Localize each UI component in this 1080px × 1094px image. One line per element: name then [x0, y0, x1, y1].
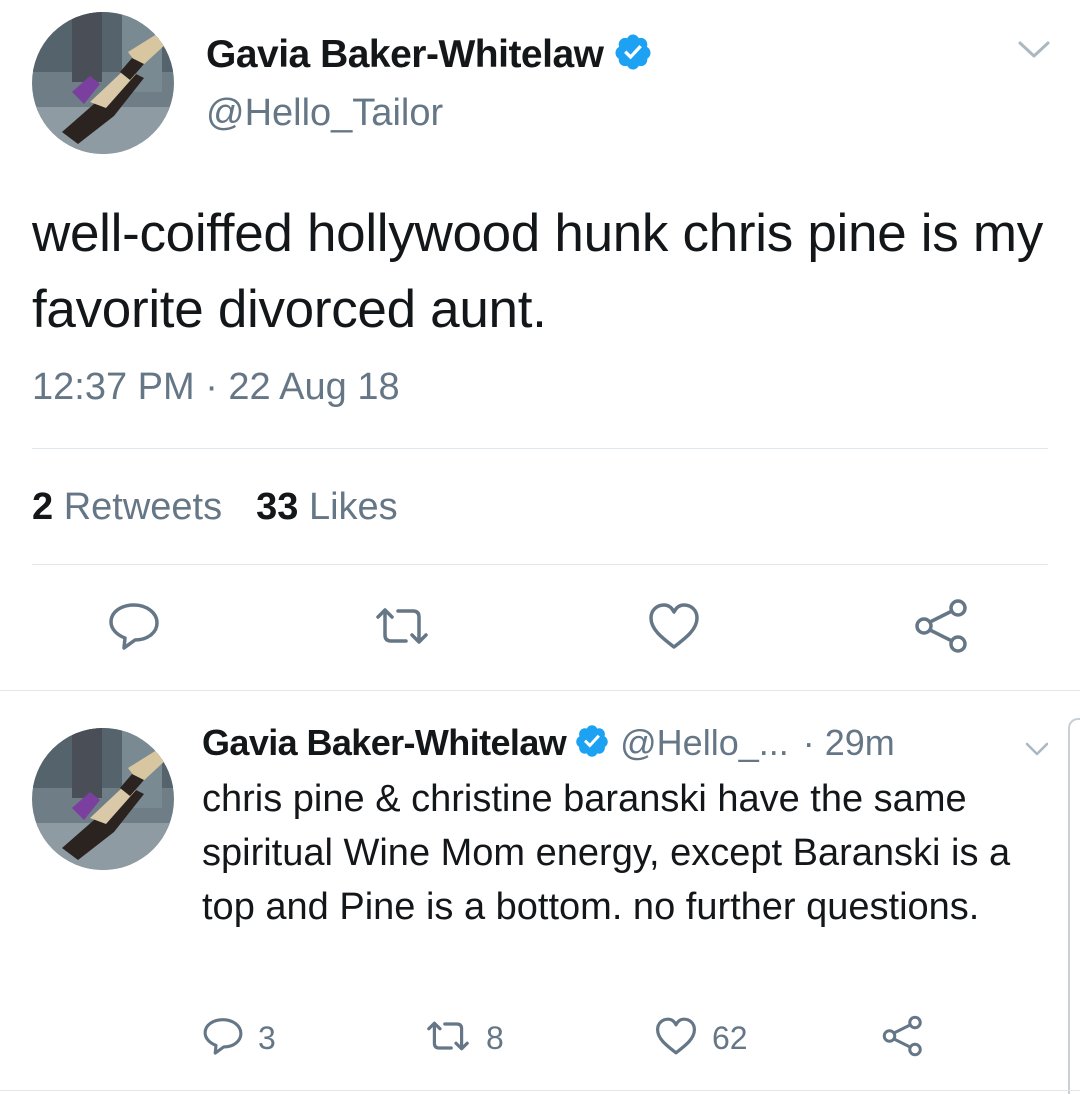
- retweet-icon: [424, 1016, 472, 1061]
- reply-author-handle[interactable]: @Hello_...: [620, 722, 789, 764]
- heart-icon: [647, 601, 701, 656]
- tweet-detail-page: Gavia Baker-Whitelaw @Hello_Tailor well-…: [0, 0, 1080, 1094]
- verified-badge-icon: [574, 723, 610, 764]
- chevron-down-icon[interactable]: [1024, 740, 1050, 758]
- tweet-stats: 2 Retweets 33 Likes: [32, 486, 398, 529]
- like-button[interactable]: [644, 600, 704, 656]
- reply-like-button[interactable]: 62: [654, 1016, 748, 1060]
- reply-button[interactable]: [104, 600, 164, 656]
- reply-share-button[interactable]: [880, 1015, 926, 1062]
- verified-badge-icon: [613, 32, 653, 77]
- retweet-label: Retweets: [63, 486, 223, 528]
- avatar[interactable]: [32, 12, 174, 154]
- reply-like-count: 62: [712, 1019, 748, 1056]
- retweet-button[interactable]: [372, 600, 432, 656]
- reply-icon: [202, 1016, 244, 1061]
- reply-time[interactable]: · 29m: [803, 722, 895, 764]
- reply-reply-button[interactable]: 3: [202, 1016, 276, 1060]
- share-icon: [912, 598, 972, 659]
- author-row: Gavia Baker-Whitelaw: [206, 32, 653, 77]
- retweet-icon: [372, 601, 432, 656]
- divider: [0, 1090, 1080, 1091]
- like-label: Likes: [308, 486, 398, 528]
- scrollbar[interactable]: [1068, 718, 1080, 1094]
- reply-retweet-button[interactable]: 8: [424, 1016, 504, 1060]
- divider: [32, 564, 1048, 565]
- reply-author-name[interactable]: Gavia Baker-Whitelaw: [202, 722, 567, 764]
- reply-icon: [107, 601, 161, 656]
- retweet-count: 2: [32, 486, 54, 528]
- reply-retweet-count: 8: [486, 1019, 504, 1056]
- tweet-text: well-coiffed hollywood hunk chris pine i…: [32, 204, 1043, 339]
- likes-stat[interactable]: 33 Likes: [256, 486, 398, 528]
- share-icon: [880, 1015, 926, 1062]
- reply-avatar[interactable]: [32, 728, 174, 870]
- heart-icon: [654, 1016, 698, 1061]
- like-count: 33: [256, 486, 299, 528]
- tweet-timestamp[interactable]: 12:37 PM · 22 Aug 18: [32, 366, 400, 409]
- reply-count: 3: [258, 1019, 276, 1056]
- divider: [32, 448, 1048, 449]
- share-button[interactable]: [912, 598, 972, 659]
- chevron-down-icon[interactable]: [1017, 38, 1051, 62]
- divider: [0, 690, 1080, 691]
- author-handle[interactable]: @Hello_Tailor: [206, 92, 443, 135]
- retweets-stat[interactable]: 2 Retweets: [32, 486, 222, 528]
- author-name[interactable]: Gavia Baker-Whitelaw: [206, 33, 604, 77]
- reply-text: chris pine & christine baranski have the…: [202, 778, 1011, 928]
- reply-header: Gavia Baker-Whitelaw @Hello_... · 29m: [202, 722, 895, 764]
